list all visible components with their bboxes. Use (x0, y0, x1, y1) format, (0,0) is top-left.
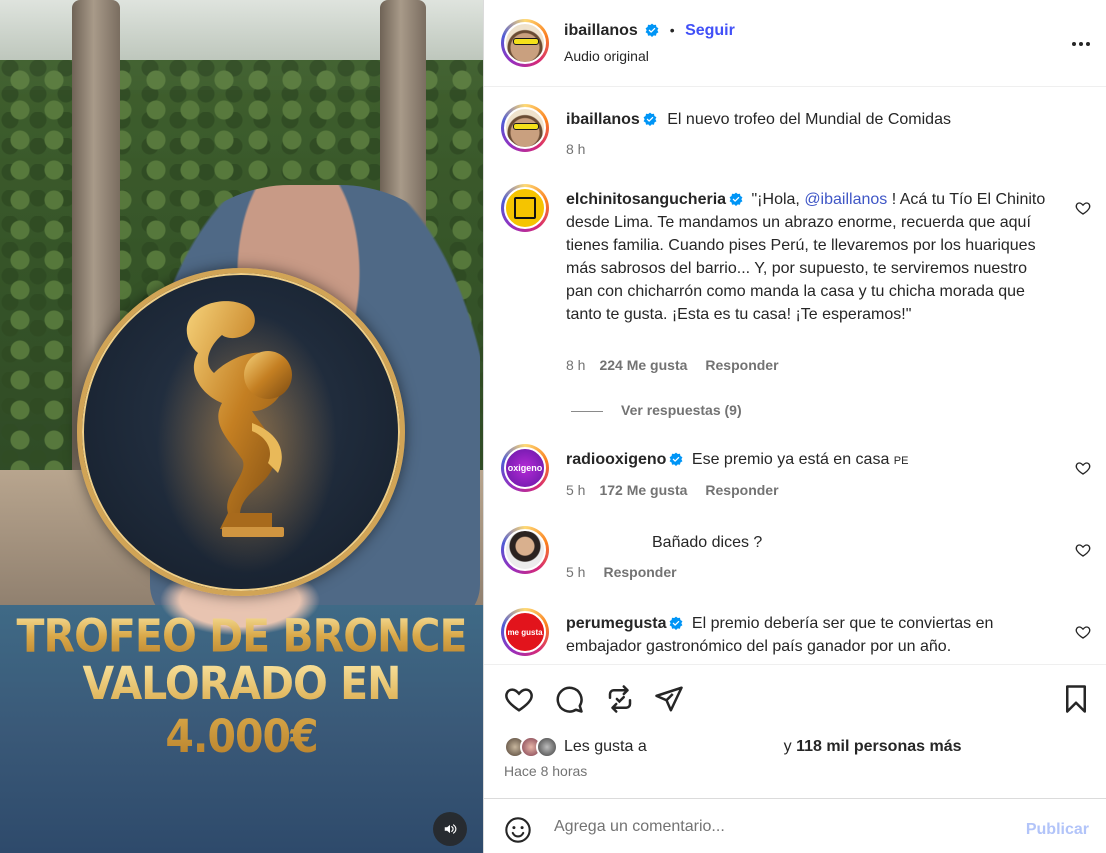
comment-likes[interactable]: 172 Me gusta (599, 482, 687, 498)
comment-icon[interactable] (554, 684, 584, 714)
mute-button[interactable] (433, 812, 467, 846)
speaker-icon (444, 824, 457, 834)
comment-body: Bañado dices ? (652, 534, 763, 551)
avatar[interactable] (501, 184, 549, 232)
likes-count[interactable]: 118 mil personas más (796, 738, 961, 755)
comment-time[interactable]: 5 h (566, 564, 585, 580)
header-username[interactable]: ibaillanos (564, 22, 638, 39)
comment-meta: 5 h 172 Me gusta Responder (566, 482, 779, 498)
mention-link[interactable]: @ibaillanos (804, 191, 887, 208)
comment-username[interactable]: perumegusta (566, 615, 666, 632)
heart-icon[interactable] (1075, 624, 1091, 640)
avatar[interactable] (501, 526, 549, 574)
likes-conjunction: y (779, 738, 797, 755)
comment-username[interactable]: elchinitosangucheria (566, 191, 726, 208)
verified-icon (645, 23, 659, 37)
comment-composer: Publicar (484, 798, 1106, 853)
view-replies-button[interactable]: Ver respuestas (9) (571, 402, 742, 418)
emoji-icon[interactable] (504, 816, 532, 844)
comment-body: "¡Hola, (751, 191, 805, 208)
verified-icon (643, 112, 657, 126)
comment-text: Bañado dices ? (652, 531, 1055, 554)
send-icon[interactable] (654, 684, 684, 714)
comment-text: perumegusta El premio debería ser que te… (566, 612, 1055, 658)
publish-button[interactable]: Publicar (1026, 821, 1089, 839)
reply-button[interactable]: Responder (603, 564, 676, 580)
avatar[interactable] (501, 104, 549, 152)
header-user-line: ibaillanos • Seguir (564, 22, 735, 40)
verified-icon (729, 192, 743, 206)
avatar[interactable] (501, 19, 549, 67)
sunglasses (513, 38, 539, 45)
comment-meta: 5 h Responder (566, 564, 677, 580)
comment-body: Ese premio ya está en casa (691, 451, 894, 468)
heart-icon[interactable] (1075, 200, 1091, 216)
repost-icon[interactable] (605, 684, 635, 714)
trophy-icon (157, 301, 337, 573)
likes-text: Les gusta a y 118 mil personas más (564, 738, 962, 756)
post-header: ibaillanos • Seguir Audio original (484, 0, 1106, 87)
caption-body: El nuevo trofeo del Mundial de Comidas (667, 111, 951, 128)
comment-likes[interactable]: 224 Me gusta (599, 357, 687, 373)
comment-time[interactable]: 5 h (566, 482, 585, 498)
liker-avatar (536, 736, 558, 758)
heart-icon[interactable] (504, 684, 534, 714)
post-panel: ibaillanos • Seguir Audio original ibail… (483, 0, 1106, 853)
comment-text: radiooxigeno Ese premio ya está en casa … (566, 448, 1055, 473)
sunglasses (513, 123, 539, 130)
action-bar: Les gusta a y 118 mil personas más Hace … (484, 664, 1106, 798)
audio-label[interactable]: Audio original (564, 48, 649, 64)
reply-button[interactable]: Responder (705, 482, 778, 498)
verified-icon (670, 452, 683, 466)
follow-button[interactable]: Seguir (685, 22, 735, 39)
overlay-title-line1: TROFEO DE BRONCE (0, 610, 483, 663)
likes-summary[interactable]: Les gusta a y 118 mil personas más (504, 735, 962, 759)
reply-button[interactable]: Responder (705, 357, 778, 373)
overlay-title-line2: VALORADO EN 4.000€ (0, 657, 483, 763)
likes-prefix: Les gusta a (564, 738, 652, 755)
comment-input[interactable] (554, 815, 1004, 839)
reel-video[interactable]: TROFEO DE BRONCE VALORADO EN 4.000€ (0, 0, 483, 853)
comment-meta: 8 h 224 Me gusta Responder (566, 357, 779, 373)
post-time[interactable]: Hace 8 horas (504, 763, 587, 779)
comments-list[interactable]: ibaillanos El nuevo trofeo del Mundial d… (484, 88, 1106, 664)
trophy-badge (77, 268, 405, 596)
comment-body: ! Acá tu Tío El Chinito desde Lima. Te m… (566, 191, 1046, 323)
avatar[interactable]: oxigeno (501, 444, 549, 492)
bookmark-icon[interactable] (1061, 684, 1091, 714)
more-options-icon[interactable] (1069, 34, 1093, 54)
caption-text: ibaillanos El nuevo trofeo del Mundial d… (566, 108, 1055, 131)
divider-line (571, 410, 603, 412)
view-replies-label: Ver respuestas (9) (621, 402, 742, 418)
separator-dot: • (669, 22, 675, 38)
heart-icon[interactable] (1075, 460, 1091, 476)
caption-username[interactable]: ibaillanos (566, 111, 640, 128)
flag-peru: PE (893, 455, 909, 467)
verified-icon (670, 616, 683, 630)
caption-time[interactable]: 8 h (566, 141, 585, 157)
heart-icon[interactable] (1075, 542, 1091, 558)
comment-username[interactable]: radiooxigeno (566, 451, 666, 468)
comment-text: elchinitosangucheria "¡Hola, @ibaillanos… (566, 188, 1055, 326)
avatar[interactable]: me gusta (501, 608, 549, 656)
comment-time[interactable]: 8 h (566, 357, 585, 373)
